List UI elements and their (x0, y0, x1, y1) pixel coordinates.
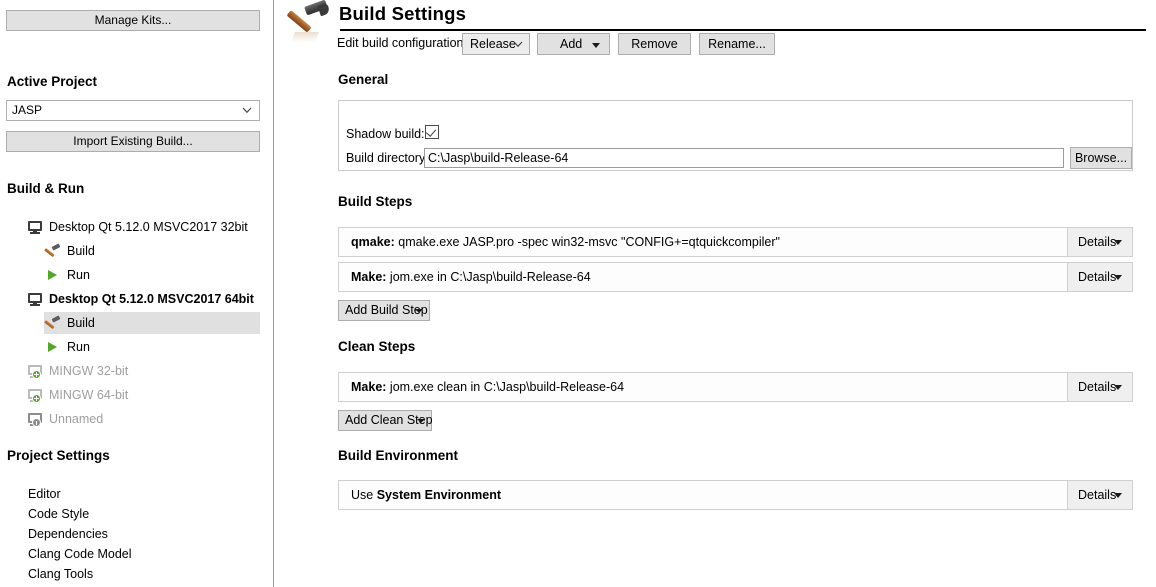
hammer-icon (44, 242, 61, 258)
hammer-icon (286, 0, 332, 46)
tree-item-label: Build (67, 316, 95, 330)
build-environment-details-button[interactable]: Details (1067, 480, 1133, 510)
play-icon (46, 341, 60, 354)
project-settings-item-editor[interactable]: Editor (28, 484, 61, 504)
general-heading: General (338, 72, 389, 87)
tree-item-desktop-qt-5-12-0-msvc2017-32bit[interactable]: Desktop Qt 5.12.0 MSVC2017 32bit (28, 216, 248, 238)
build-step-text: Make: jom.exe in C:\Jasp\build-Release-6… (351, 263, 591, 291)
tree-item-unnamed[interactable]: Unnamed (28, 408, 103, 430)
build-step-detail: jom.exe in C:\Jasp\build-Release-64 (386, 270, 591, 284)
project-settings-item-code-style[interactable]: Code Style (28, 504, 89, 524)
caret-down-icon (417, 419, 425, 423)
check-icon (425, 126, 437, 137)
project-settings-item-clang-code-model[interactable]: Clang Code Model (28, 544, 132, 564)
build-environment-prefix: Use (351, 488, 377, 502)
play-icon (46, 269, 60, 282)
left-sidebar: Manage Kits... Active Project JASP Impor… (0, 0, 274, 587)
build-step-text: qmake: qmake.exe JASP.pro -spec win32-ms… (351, 228, 780, 256)
build-environment-heading: Build Environment (338, 448, 459, 463)
chevron-down-icon (513, 34, 523, 54)
import-existing-build-button[interactable]: Import Existing Build... (6, 131, 260, 152)
tree-item-mingw-32-bit[interactable]: MINGW 32-bit (28, 360, 128, 382)
tree-item-build[interactable]: Build (44, 240, 95, 262)
build-configuration-select[interactable]: Release (462, 33, 530, 55)
caret-down-icon (1114, 385, 1122, 390)
hammer-icon (44, 314, 61, 330)
build-environment-text: Use System Environment (351, 481, 501, 509)
shadow-build-checkbox[interactable] (425, 125, 439, 139)
build-environment-row: Use System Environment Details (338, 480, 1133, 510)
remove-configuration-button[interactable]: Remove (618, 33, 691, 55)
build-step-name: qmake: (351, 235, 395, 249)
caret-down-icon (415, 309, 423, 313)
tree-item-build[interactable]: Build (44, 312, 260, 334)
caret-down-icon (1114, 240, 1122, 245)
clean-step-detail: jom.exe clean in C:\Jasp\build-Release-6… (386, 380, 625, 394)
build-directory-input[interactable]: C:\Jasp\build-Release-64 (424, 148, 1064, 168)
details-label: Details (1078, 270, 1117, 284)
tree-item-mingw-64-bit[interactable]: MINGW 64-bit (28, 384, 128, 406)
monitor-warning-icon (28, 412, 42, 427)
clean-step-row: Make: jom.exe clean in C:\Jasp\build-Rel… (338, 372, 1133, 402)
tree-item-label: Unnamed (49, 412, 104, 426)
add-clean-step-button[interactable]: Add Clean Step (338, 410, 433, 431)
manage-kits-button[interactable]: Manage Kits... (6, 10, 260, 31)
monitor-add-icon (28, 364, 42, 379)
tree-item-label: Run (67, 340, 90, 354)
project-settings-heading: Project Settings (7, 448, 110, 463)
caret-down-icon (1114, 275, 1122, 280)
monitor-add-icon (28, 388, 42, 403)
tree-item-label: Desktop Qt 5.12.0 MSVC2017 32bit (49, 220, 248, 234)
add-configuration-button[interactable]: Add (537, 33, 610, 55)
build-run-heading: Build & Run (7, 181, 85, 196)
active-project-heading: Active Project (7, 74, 98, 89)
tree-item-run[interactable]: Run (46, 336, 90, 358)
project-settings-item-dependencies[interactable]: Dependencies (28, 524, 108, 544)
general-panel: Shadow build: Build directory: C:\Jasp\b… (338, 100, 1133, 171)
rename-configuration-button[interactable]: Rename... (699, 33, 775, 55)
edit-build-configuration-label: Edit build configuration: (337, 36, 467, 50)
build-step-row: Make: jom.exe in C:\Jasp\build-Release-6… (338, 262, 1133, 292)
tree-item-label: MINGW 32-bit (49, 364, 129, 378)
build-step-details-button[interactable]: Details (1067, 227, 1133, 257)
build-step-detail: qmake.exe JASP.pro -spec win32-msvc "CON… (394, 235, 780, 249)
details-label: Details (1078, 380, 1117, 394)
build-settings-pane: Build Settings Edit build configuration:… (275, 0, 1156, 587)
build-environment-value: System Environment (376, 488, 502, 502)
caret-down-icon (592, 43, 600, 48)
clean-step-name: Make: (351, 380, 387, 394)
active-project-value: JASP (12, 103, 43, 117)
build-step-details-button[interactable]: Details (1067, 262, 1133, 292)
clean-steps-heading: Clean Steps (338, 339, 416, 354)
tree-item-label: Run (67, 268, 90, 282)
details-label: Details (1078, 235, 1117, 249)
clean-step-text: Make: jom.exe clean in C:\Jasp\build-Rel… (351, 373, 624, 401)
title-divider (340, 29, 1146, 31)
clean-step-details-button[interactable]: Details (1067, 372, 1133, 402)
page-title: Build Settings (339, 3, 467, 24)
build-directory-label: Build directory: (346, 151, 429, 165)
tree-item-desktop-qt-5-12-0-msvc2017-64bit[interactable]: Desktop Qt 5.12.0 MSVC2017 64bit (28, 288, 254, 310)
tree-item-label: MINGW 64-bit (49, 388, 129, 402)
active-project-select[interactable]: JASP (6, 100, 260, 121)
project-settings-item-clang-tools[interactable]: Clang Tools (28, 564, 93, 584)
monitor-icon (28, 220, 42, 234)
build-step-row: qmake: qmake.exe JASP.pro -spec win32-ms… (338, 227, 1133, 257)
tree-item-label: Build (67, 244, 95, 258)
build-steps-heading: Build Steps (338, 194, 413, 209)
add-configuration-label: Add (560, 37, 583, 51)
tree-item-run[interactable]: Run (46, 264, 90, 286)
add-build-step-button[interactable]: Add Build Step (338, 300, 430, 321)
details-label: Details (1078, 488, 1117, 502)
build-configuration-value: Release (470, 37, 516, 51)
tree-item-label: Desktop Qt 5.12.0 MSVC2017 64bit (49, 292, 254, 306)
browse-button[interactable]: Browse... (1070, 147, 1132, 169)
caret-down-icon (1114, 493, 1122, 498)
shadow-build-label: Shadow build: (346, 127, 425, 141)
monitor-icon (28, 292, 42, 306)
build-step-name: Make: (351, 270, 387, 284)
chevron-down-icon (242, 101, 252, 120)
